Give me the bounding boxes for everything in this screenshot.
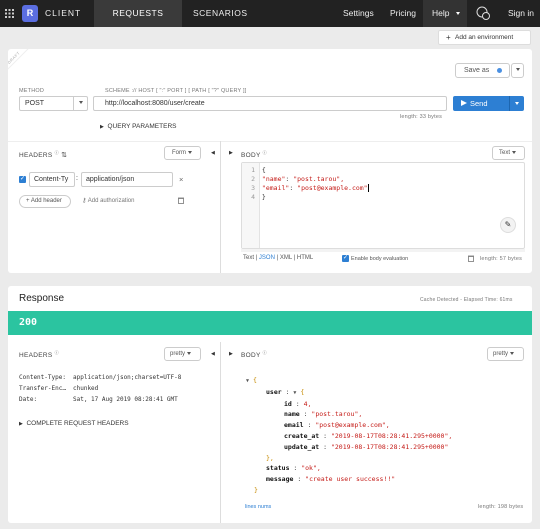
body-title: BODY ⓘ <box>241 150 267 160</box>
save-as-button[interactable]: Save as <box>455 63 510 78</box>
method-select[interactable]: POST <box>19 96 88 111</box>
brand-name: CLIENT <box>45 8 82 18</box>
chat-icon[interactable] <box>476 6 491 21</box>
add-environment-button[interactable]: + Add an environment <box>438 30 531 45</box>
cache-info: Cache Detected - Elapsed Time: 61ms <box>420 297 513 303</box>
pretty-label: pretty <box>170 351 186 357</box>
expand-right-icon[interactable]: ▶ <box>229 351 233 357</box>
form-label: Form <box>172 150 186 156</box>
enable-eval-checkbox[interactable]: ✓ <box>342 255 349 262</box>
format-text[interactable]: Text <box>243 255 254 261</box>
trash-icon[interactable] <box>178 197 184 204</box>
save-as-label: Save as <box>464 67 490 74</box>
url-length: length: 33 bytes <box>400 114 443 120</box>
chevron-down-icon <box>509 96 524 111</box>
sort-icon[interactable]: ⇅ <box>61 152 67 159</box>
key-icon: ⚷ <box>82 198 87 204</box>
format-xml[interactable]: XML <box>280 255 292 261</box>
response-json: ▼ { user : ▼ { id : 4, name : "post.taro… <box>246 376 453 494</box>
body-code: 1 { 2 "name": "post.tarou", 3 "email": "… <box>251 166 369 201</box>
header-separator: : <box>76 175 78 182</box>
method-label: METHOD <box>19 88 45 94</box>
send-button[interactable]: Send <box>453 96 524 111</box>
tab-scenarios[interactable]: SCENARIOS <box>193 0 248 27</box>
response-panel: Response Cache Detected - Elapsed Time: … <box>8 286 532 523</box>
chevron-down-icon <box>73 97 88 110</box>
add-header-button[interactable]: + Add header <box>19 195 71 208</box>
pretty-label: pretty <box>493 351 509 357</box>
complete-headers-toggle[interactable]: ▶ COMPLETE REQUEST HEADERS <box>19 420 129 427</box>
top-nav: R CLIENT REQUESTS SCENARIOS Settings Pri… <box>0 0 540 27</box>
response-headers-list: Content-Type: application/json;charset=UT… <box>19 374 182 403</box>
headers-title: HEADERS ⓘ ⇅ <box>19 150 68 160</box>
draft-ribbon: DRAFT <box>8 49 31 75</box>
caret-right-icon: ▶ <box>100 124 104 130</box>
url-input[interactable]: http://localhost:8080/user/create <box>93 96 447 111</box>
header-enabled-checkbox[interactable]: ✓ <box>19 176 26 183</box>
settings-link[interactable]: Settings <box>343 0 374 27</box>
complete-headers-label: COMPLETE REQUEST HEADERS <box>26 420 129 427</box>
body-pretty-select[interactable]: pretty <box>487 347 524 361</box>
body-format-tabs: Text | JSON | XML | HTML <box>243 255 314 261</box>
header-value-text: application/json <box>86 176 135 183</box>
enable-eval-label: Enable body evaluation <box>351 256 409 262</box>
header-value-input[interactable]: application/json <box>81 172 173 187</box>
request-panel: DRAFT Save as METHOD POST SCHEME :// HOS… <box>8 49 532 273</box>
url-value: http://localhost:8080/user/create <box>105 100 205 107</box>
signin-link[interactable]: Sign in <box>508 0 534 27</box>
response-body-title: BODY ⓘ <box>241 350 267 360</box>
add-authorization-link[interactable]: ⚷ Add authorization <box>82 197 134 204</box>
save-options-button[interactable] <box>511 63 524 78</box>
apps-grid-icon[interactable] <box>5 9 14 18</box>
form-select[interactable]: Form <box>164 146 201 160</box>
method-value: POST <box>25 100 45 107</box>
plus-icon: + <box>446 33 451 42</box>
header-name-value: Content-Ty <box>34 176 69 183</box>
collapse-left-icon[interactable]: ◀ <box>211 150 215 156</box>
body-editor[interactable]: 1 { 2 "name": "post.tarou", 3 "email": "… <box>241 162 525 249</box>
body-length: length: 57 bytes <box>480 256 523 262</box>
add-authorization-label: Add authorization <box>87 198 135 204</box>
headers-pretty-select[interactable]: pretty <box>164 347 201 361</box>
status-bar: 200 <box>8 311 532 335</box>
query-parameters-label: QUERY PARAMETERS <box>107 123 177 130</box>
magic-wand-button[interactable]: ✎ <box>500 217 516 233</box>
remove-header-icon[interactable]: × <box>179 175 183 184</box>
pricing-link[interactable]: Pricing <box>390 0 416 27</box>
collapse-icon[interactable]: ▼ <box>293 390 296 396</box>
send-label: Send <box>470 99 488 108</box>
response-headers-title: HEADERS ⓘ <box>19 350 59 360</box>
help-link: Help <box>432 8 450 18</box>
add-header-label: Add header <box>30 198 62 204</box>
send-icon <box>461 100 467 106</box>
line-numbers-toggle[interactable]: lines nums <box>245 504 271 510</box>
format-html[interactable]: HTML <box>297 255 313 261</box>
collapse-left-icon[interactable]: ◀ <box>211 351 215 357</box>
plus-icon: + <box>26 198 30 204</box>
response-length: length: 198 bytes <box>478 504 524 510</box>
app-logo: R <box>22 5 38 22</box>
chevron-down-icon <box>515 67 520 71</box>
format-json[interactable]: JSON <box>259 255 275 261</box>
url-label: SCHEME :// HOST [ ":" PORT ] [ PATH [ "?… <box>105 88 247 94</box>
resize-handle[interactable] <box>241 249 525 252</box>
tab-requests[interactable]: REQUESTS <box>94 0 182 27</box>
caret-right-icon: ▶ <box>19 421 23 427</box>
response-title: Response <box>19 293 65 304</box>
add-environment-label: Add an environment <box>455 34 514 41</box>
expand-right-icon[interactable]: ▶ <box>229 150 233 156</box>
status-dot-icon <box>497 68 502 73</box>
chevron-down-icon <box>456 12 460 15</box>
trash-icon[interactable] <box>468 255 474 262</box>
query-parameters-toggle[interactable]: ▶ QUERY PARAMETERS <box>100 123 176 130</box>
body-type-select[interactable]: Text <box>492 146 525 160</box>
body-type-label: Text <box>499 150 511 156</box>
header-name-input[interactable]: Content-Ty <box>29 172 75 187</box>
collapse-icon[interactable]: ▼ <box>246 378 249 384</box>
